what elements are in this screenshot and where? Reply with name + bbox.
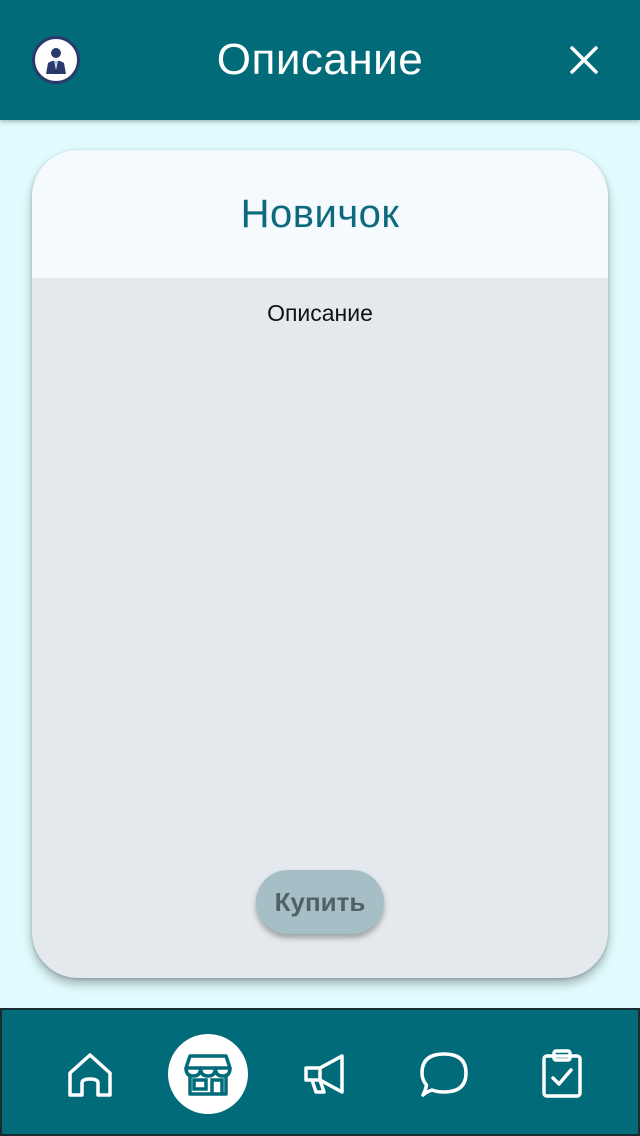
card-description: Описание (267, 300, 373, 326)
nav-item-tasks[interactable] (522, 1034, 602, 1114)
nav-item-home[interactable] (50, 1034, 130, 1114)
page-title: Описание (216, 35, 424, 84)
clipboard-check-icon (542, 1049, 582, 1098)
buy-button[interactable]: Купить (256, 870, 384, 934)
top-app-bar: Описание (0, 0, 640, 120)
bottom-navigation (0, 1008, 640, 1136)
home-icon (68, 1053, 112, 1097)
close-icon (570, 46, 598, 74)
card-title: Новичок (240, 192, 400, 236)
nav-item-store[interactable] (168, 1034, 248, 1114)
nav-item-announcements[interactable] (286, 1034, 366, 1114)
card-header: Новичок (32, 150, 608, 278)
megaphone-icon (304, 1054, 344, 1094)
nav-item-chat[interactable] (404, 1034, 484, 1114)
store-icon (184, 1054, 232, 1096)
product-card: Новичок Описание Купить (32, 150, 608, 978)
chat-bubble-icon (420, 1052, 468, 1097)
close-button[interactable] (560, 36, 608, 84)
